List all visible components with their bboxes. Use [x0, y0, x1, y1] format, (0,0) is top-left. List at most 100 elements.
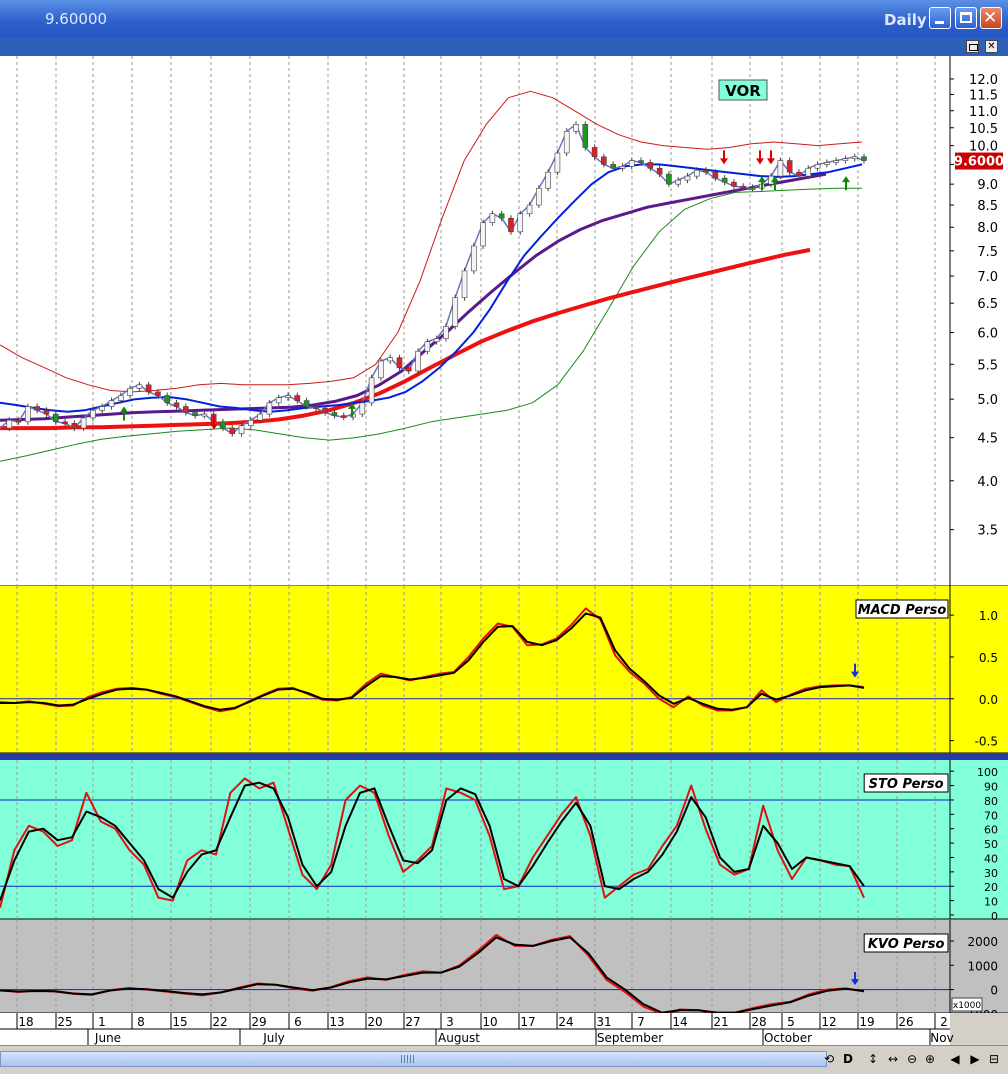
candle-body: [508, 217, 514, 233]
price-y-tick-label: 12.0: [969, 73, 998, 88]
candle-body: [136, 384, 143, 389]
price-y-tick-label: 8.5: [977, 199, 998, 214]
horizontal-zoom-icon: ↔: [887, 1052, 899, 1066]
candle-body: [248, 419, 254, 426]
x-tick-label: 28: [751, 1015, 766, 1029]
candle-body: [740, 185, 747, 189]
sto-pane-y-tick-label: 10: [984, 896, 998, 909]
candle-body: [313, 406, 319, 409]
zoom-in-button[interactable]: ⊕: [921, 1050, 939, 1068]
x-tick-label: 2: [940, 1015, 948, 1029]
price-y-tick-label: 6.5: [977, 297, 998, 312]
price-y-tick-label: 10.5: [969, 122, 998, 137]
price-y-tick-label: 11.5: [969, 88, 998, 103]
daily-button[interactable]: D: [839, 1050, 857, 1068]
sto-pane-y-tick-label: 70: [984, 809, 998, 822]
candle-body: [108, 400, 115, 407]
candle-body: [192, 412, 198, 416]
candle-body: [331, 412, 338, 416]
candle-body: [749, 187, 756, 190]
prev-icon: ◀: [950, 1052, 960, 1066]
candle-body: [443, 326, 449, 339]
candle-body: [359, 402, 366, 415]
candle-body: [666, 173, 672, 185]
vertical-zoom-button[interactable]: ↕: [864, 1050, 882, 1068]
candle-body: [90, 409, 96, 419]
close-chart-button[interactable]: ✕: [985, 40, 998, 53]
sto-pane-y-tick-label: 40: [984, 852, 998, 865]
kvo-pane: 200010000-1000KVO Persox1000: [0, 920, 1008, 1022]
next-button[interactable]: ▶: [966, 1050, 984, 1068]
minimize-button[interactable]: [929, 7, 951, 29]
x-tick-label: 20: [367, 1015, 382, 1029]
candle-body: [814, 164, 821, 169]
next-icon: ▶: [970, 1052, 980, 1066]
x-tick-label: 18: [18, 1015, 33, 1029]
candle-body: [471, 245, 477, 272]
zoom-in-icon: ⊕: [924, 1052, 936, 1066]
candle-body: [628, 160, 635, 167]
candle-body: [693, 169, 700, 177]
macd-pane-y-tick-label: -0.5: [975, 735, 998, 749]
restore-chart-button[interactable]: [966, 40, 979, 53]
refresh-button[interactable]: ⟲: [820, 1050, 838, 1068]
candle-body: [545, 171, 551, 189]
candle-body: [127, 388, 133, 396]
macd-pane-background: [0, 586, 950, 753]
chart-canvas: 12.011.511.010.510.09.59.08.58.07.57.06.…: [0, 56, 1008, 1045]
candle-body: [220, 421, 226, 429]
zoom-out-button[interactable]: ⊖: [903, 1050, 921, 1068]
macd-pane: 1.0 0.5 0.0 -0.5 MACD Perso: [0, 586, 1008, 760]
candle-body: [80, 417, 87, 429]
x-tick-label: 6: [294, 1015, 302, 1029]
candle-body: [6, 419, 13, 429]
candle-body: [796, 171, 802, 177]
candle-body: [322, 407, 328, 413]
candle-body: [183, 406, 189, 413]
prev-button[interactable]: ◀: [946, 1050, 964, 1068]
last-price-label: 9.6000: [954, 155, 1004, 170]
horizontal-zoom-button[interactable]: ↔: [884, 1050, 902, 1068]
kvo-pane-background: [0, 920, 950, 1013]
candle-body: [703, 169, 709, 173]
candle-body: [786, 160, 793, 173]
x-tick-label: 25: [57, 1015, 72, 1029]
x-month-label: October: [764, 1031, 812, 1045]
candle-body: [285, 395, 291, 398]
macd-pane-y-tick-label: 1.0: [979, 609, 998, 623]
close-button[interactable]: ✕: [980, 7, 1002, 29]
candle-body: [647, 162, 654, 169]
candle-body: [164, 395, 171, 404]
window-button[interactable]: ⊟: [985, 1050, 1003, 1068]
close-chart-icon: ✕: [987, 41, 996, 52]
sto-pane-y-tick-label: 100: [977, 766, 998, 779]
price-pane-background: [0, 56, 950, 586]
x-tick-label: 15: [172, 1015, 187, 1029]
sto-pane-y-tick-label: 80: [984, 795, 998, 808]
minimize-icon: [935, 21, 944, 24]
x-tick-label: 13: [329, 1015, 344, 1029]
title-bar: 9.60000 Daily ✕: [0, 0, 1008, 38]
price-y-tick-label: 7.5: [977, 245, 998, 260]
restore-icon: [969, 44, 978, 51]
candle-body: [591, 147, 598, 158]
sto-pane: 1009080706050403020100STO Perso: [0, 760, 1008, 923]
macd-pane-y-tick-label: 0.5: [979, 651, 998, 665]
candle-body: [489, 213, 496, 223]
sto-pane-title: STO Perso: [869, 777, 944, 792]
candle-body: [684, 175, 691, 181]
candle-body: [554, 152, 561, 173]
candle-body: [842, 158, 849, 161]
ticker-label: VOR: [725, 82, 761, 100]
price-y-tick-label: 10.0: [969, 140, 998, 155]
candle-body: [638, 160, 644, 163]
candle-body: [731, 181, 737, 187]
kvo-pane-title: KVO Perso: [868, 937, 945, 952]
macd-pane-title: MACD Perso: [858, 603, 947, 618]
maximize-button[interactable]: [955, 7, 977, 29]
candle-body: [201, 413, 208, 417]
horizontal-scrollbar[interactable]: [0, 1051, 827, 1067]
candle-body: [173, 402, 180, 407]
candle-body: [229, 427, 236, 434]
macd-pane-y-tick-label: 0.0: [979, 693, 998, 707]
